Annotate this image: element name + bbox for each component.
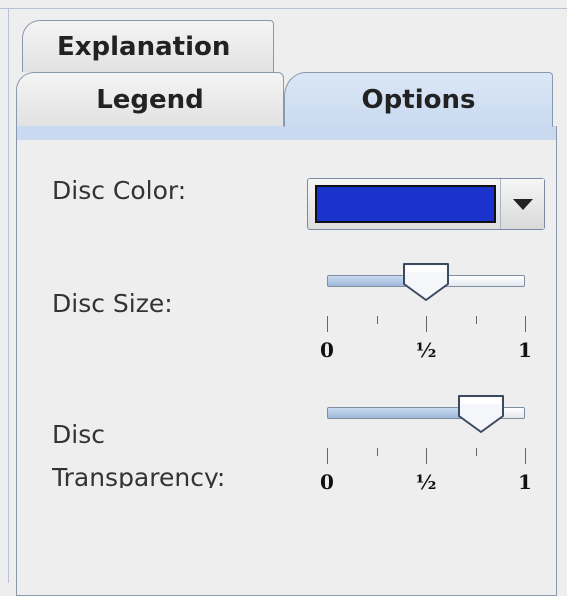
tab-legend[interactable]: Legend: [16, 72, 284, 126]
tab-explanation[interactable]: Explanation: [22, 20, 274, 72]
disc-transparency-label-line1: Disc: [52, 420, 105, 449]
options-panel-header-strip: [17, 126, 556, 140]
tab-legend-label: Legend: [96, 84, 204, 115]
tab-options[interactable]: Options: [284, 72, 553, 127]
slider-tick-labels: 0 ½ 1: [320, 470, 532, 494]
disc-transparency-label-line2: Transparency:: [52, 463, 226, 488]
tab-explanation-label: Explanation: [57, 31, 231, 62]
tick-label-min: 0: [320, 338, 334, 362]
window-top-edge: [0, 8, 567, 9]
tick-label-min: 0: [320, 470, 334, 494]
disc-color-dropdown[interactable]: [307, 178, 545, 230]
tick-label-max: 1: [518, 470, 532, 494]
disc-size-slider[interactable]: 0 ½ 1: [310, 263, 540, 368]
disc-color-swatch: [315, 185, 496, 223]
slider-thumb[interactable]: [457, 394, 505, 434]
dropdown-arrow-button[interactable]: [500, 179, 544, 229]
tick-label-max: 1: [518, 338, 532, 362]
tick-label-mid: ½: [415, 338, 437, 362]
disc-size-label: Disc Size:: [52, 289, 173, 318]
slider-ticks: [327, 448, 526, 464]
disc-color-label: Disc Color:: [52, 176, 187, 205]
disc-transparency-slider[interactable]: 0 ½ 1: [310, 395, 540, 500]
tick-label-mid: ½: [415, 470, 437, 494]
slider-thumb[interactable]: [402, 262, 450, 302]
tab-options-label: Options: [361, 85, 476, 115]
window-left-edge: [8, 8, 9, 583]
slider-tick-labels: 0 ½ 1: [320, 338, 532, 362]
chevron-down-icon: [512, 198, 533, 210]
slider-ticks: [327, 316, 526, 332]
